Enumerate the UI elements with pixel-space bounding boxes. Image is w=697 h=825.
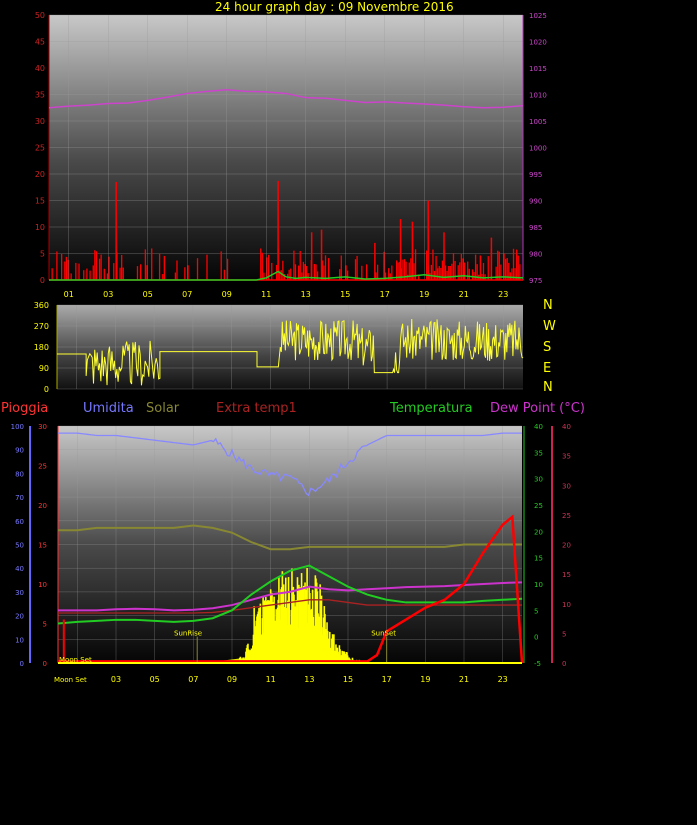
temperature-tick-label: 15	[534, 555, 543, 563]
hour-tick-label: 05	[150, 675, 160, 684]
temperature-tick-label: -5	[534, 660, 541, 668]
temperature-tick-label: 10	[534, 581, 543, 589]
temperature-tick-label: 40	[534, 423, 543, 431]
wind-tick-label: 30	[35, 117, 45, 126]
wind-tick-label: 5	[40, 250, 45, 259]
pressure-tick-label: 990	[529, 198, 542, 206]
wind-tick-label: 50	[35, 11, 45, 20]
direction-tick-label: 180	[34, 343, 49, 352]
hour-tick-label: 13	[304, 675, 314, 684]
pressure-tick-label: 975	[529, 277, 542, 285]
rain-tick-label: 25	[38, 463, 47, 471]
pressure-tick-label: 980	[529, 251, 542, 259]
dew-tick-label: 25	[562, 512, 571, 520]
pressure-tick-label: 1010	[529, 92, 547, 100]
sunset-label: SunSet	[371, 630, 396, 638]
direction-label-n-bottom: N	[543, 380, 553, 395]
humidity-tick-label: 100	[11, 423, 24, 431]
dew-tick-label: 5	[562, 630, 566, 638]
legend-extra-temp: Extra temp1	[216, 401, 297, 416]
sunrise-label: SunRise	[174, 630, 202, 638]
hour-tick-label: 17	[382, 675, 392, 684]
rain-tick-label: 15	[38, 542, 47, 550]
pressure-tick-label: 995	[529, 171, 542, 179]
temperature-tick-label: 0	[534, 634, 538, 642]
legend-dew-point: Dew Point (°C)	[490, 401, 585, 416]
hour-tick-label: 21	[459, 675, 469, 684]
wind-tick-label: 45	[35, 38, 45, 47]
temperature-tick-label: 20	[534, 528, 543, 536]
dew-tick-label: 35	[562, 453, 571, 461]
dew-tick-label: 10	[562, 601, 571, 609]
hour-tick-label: 03	[111, 675, 121, 684]
legend-solar: Solar	[146, 401, 180, 416]
rain-tick-label: 30	[38, 423, 47, 431]
wind-direction-chart: 0 90 180 270 360	[34, 301, 524, 394]
humidity-tick-label: 90	[15, 447, 24, 455]
humidity-tick-label: 10	[15, 636, 24, 644]
rain-tick-label: 10	[38, 581, 47, 589]
pressure-tick-label: 1015	[529, 65, 547, 73]
wind-tick-label: 10	[35, 223, 45, 232]
pressure-tick-label: 985	[529, 224, 542, 232]
hour-tick-label: 07	[188, 675, 198, 684]
direction-label-e: E	[543, 361, 552, 376]
temperature-tick-label: 35	[534, 449, 543, 457]
rain-tick-label: 0	[43, 660, 47, 668]
hour-tick-label: 11	[266, 675, 276, 684]
weather-graph-page: Forza vento) 24 hour graph day : 09 Nove…	[0, 0, 697, 825]
direction-tick-label: 90	[39, 364, 49, 373]
humidity-tick-label: 50	[15, 542, 24, 550]
temperature-tick-label: 25	[534, 502, 543, 510]
wind-tick-label: 25	[35, 144, 45, 153]
legend-rain: Pioggia	[1, 401, 49, 416]
direction-label-s: S	[543, 340, 552, 355]
wind-tick-label: 35	[35, 91, 45, 100]
direction-label-n-top: N	[543, 298, 553, 313]
pressure-tick-label: 1025	[529, 12, 547, 20]
humidity-tick-label: 70	[15, 494, 24, 502]
dew-tick-label: 15	[562, 571, 571, 579]
wind-tick-label: 15	[35, 197, 45, 206]
direction-tick-label: 0	[44, 385, 49, 394]
wind-tick-label: 0	[40, 276, 45, 285]
humidity-tick-label: 40	[15, 565, 24, 573]
dew-tick-label: 20	[562, 542, 571, 550]
pressure-tick-label: 1020	[529, 39, 547, 47]
humidity-tick-label: 0	[20, 660, 24, 668]
dew-tick-label: 30	[562, 482, 571, 490]
legend-temperature: Temperatura	[390, 401, 473, 416]
humidity-tick-label: 20	[15, 613, 24, 621]
direction-tick-label: 270	[34, 322, 49, 331]
direction-tick-label: 360	[34, 301, 49, 310]
legend-humidity: Umidita	[83, 401, 134, 416]
temperature-humidity-chart: 0102030405060708090100051015202530-50510…	[11, 423, 571, 684]
dew-tick-label: 0	[562, 660, 566, 668]
pressure-tick-label: 1005	[529, 118, 547, 126]
wind-pressure-chart: 0510152025303540455097598098599099510001…	[35, 11, 547, 299]
humidity-tick-label: 80	[15, 470, 24, 478]
temperature-tick-label: 5	[534, 607, 538, 615]
hour-tick-label: 23	[498, 675, 508, 684]
hour-tick-label: 15	[343, 675, 353, 684]
rain-tick-label: 5	[43, 621, 47, 629]
hour-tick-label: 19	[420, 675, 430, 684]
rain-tick-label: 20	[38, 502, 47, 510]
moonset-axis-label: Moon Set	[54, 676, 87, 684]
wind-tick-label: 20	[35, 170, 45, 179]
humidity-tick-label: 60	[15, 518, 24, 526]
pressure-tick-label: 1000	[529, 145, 547, 153]
direction-label-w: W	[543, 319, 556, 334]
temperature-tick-label: 30	[534, 476, 543, 484]
hour-tick-label: 09	[227, 675, 237, 684]
wind-tick-label: 40	[35, 64, 45, 73]
dew-tick-label: 40	[562, 423, 571, 431]
humidity-tick-label: 30	[15, 589, 24, 597]
